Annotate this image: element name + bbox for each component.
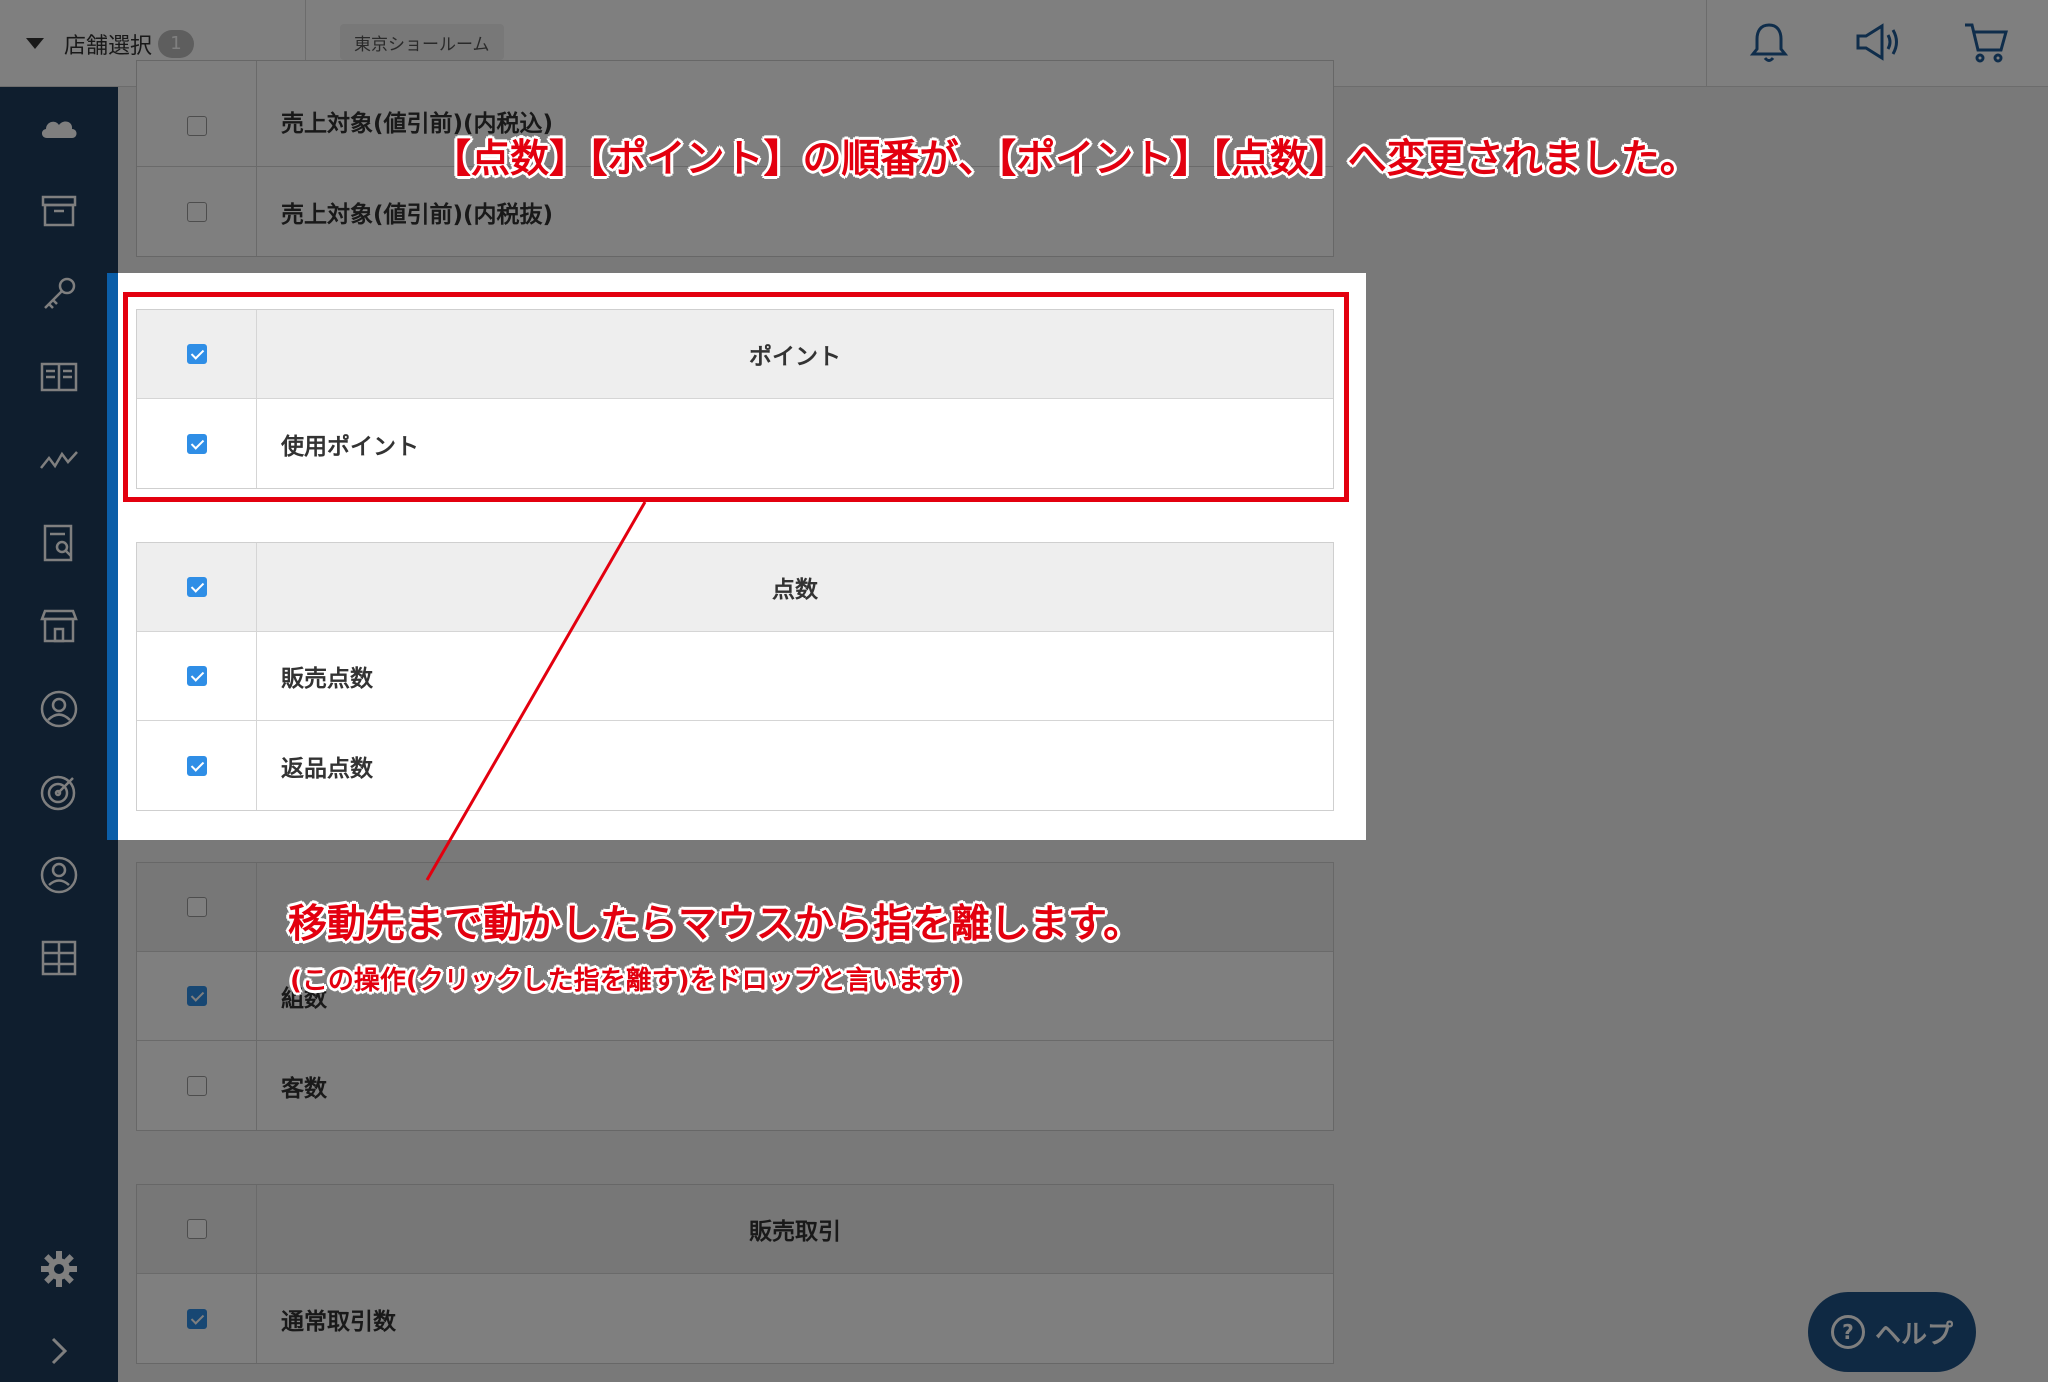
highlight-edge xyxy=(107,273,118,840)
row-checkbox[interactable] xyxy=(186,666,207,686)
checkbox-cell xyxy=(137,632,257,720)
table-header-label: 点数 xyxy=(772,577,818,603)
highlight-red-box xyxy=(123,292,1349,502)
row-checkbox[interactable] xyxy=(186,755,207,776)
quantity-table[interactable]: 点数 販売点数 返品点数 xyxy=(136,542,1334,811)
table-cell-label: 返品点数 xyxy=(281,755,373,782)
table-row: 返品点数 xyxy=(137,721,1333,810)
checkbox-cell xyxy=(137,543,257,631)
annotation-drop-note: (この操作(クリックした指を離す)をドロップと言います) xyxy=(290,966,962,996)
table-header-row[interactable]: 点数 xyxy=(137,543,1333,632)
annotation-drop-instruction: 移動先まで動かしたらマウスから指を離します。 xyxy=(288,902,1143,947)
table-row: 販売点数 xyxy=(137,632,1333,721)
checkbox-cell xyxy=(137,721,257,810)
annotation-order-changed: 【点数】【ポイント】の順番が、【ポイント】【点数】へ変更されました。 xyxy=(432,137,1699,182)
table-cell-label: 販売点数 xyxy=(281,666,373,692)
header-checkbox[interactable] xyxy=(186,577,207,597)
